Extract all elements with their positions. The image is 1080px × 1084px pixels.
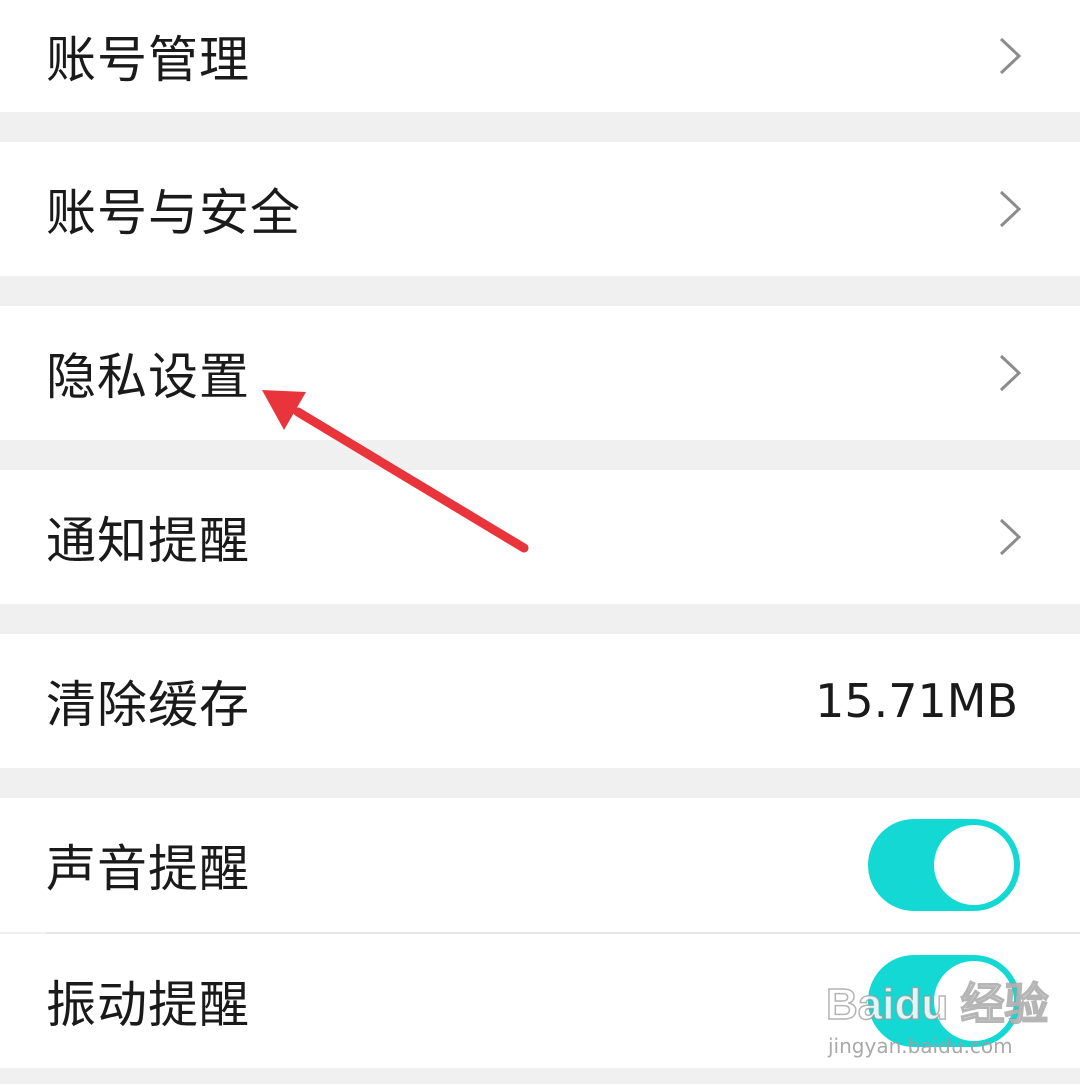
toggle-knob: [934, 825, 1014, 905]
privacy-label: 隐私设置: [46, 348, 250, 406]
clear-cache-label: 清除缓存: [46, 676, 250, 734]
sound-alert-label: 声音提醒: [46, 840, 250, 898]
settings-row-clear-cache[interactable]: 清除缓存 15.71MB: [0, 634, 1080, 768]
account-management-label: 账号管理: [46, 31, 250, 89]
chevron-right-icon: [999, 354, 1022, 392]
sound-alert-toggle[interactable]: [868, 819, 1020, 911]
account-security-label: 账号与安全: [46, 184, 301, 242]
chevron-right-icon: [999, 190, 1022, 228]
settings-row-privacy[interactable]: 隐私设置: [0, 306, 1080, 440]
chevron-right-icon: [999, 37, 1022, 75]
cache-size-value: 15.71MB: [815, 674, 1018, 728]
settings-row-account-management[interactable]: 账号管理: [0, 0, 1080, 112]
toggle-knob: [934, 961, 1014, 1041]
settings-row-vibration-alert: 振动提醒: [0, 934, 1080, 1068]
notifications-label: 通知提醒: [46, 512, 250, 570]
chevron-right-icon: [999, 518, 1022, 556]
settings-row-sound-alert: 声音提醒: [0, 798, 1080, 932]
settings-row-account-security[interactable]: 账号与安全: [0, 142, 1080, 276]
vibration-alert-label: 振动提醒: [46, 976, 250, 1034]
settings-row-notifications[interactable]: 通知提醒: [0, 470, 1080, 604]
vibration-alert-toggle[interactable]: [868, 955, 1020, 1047]
